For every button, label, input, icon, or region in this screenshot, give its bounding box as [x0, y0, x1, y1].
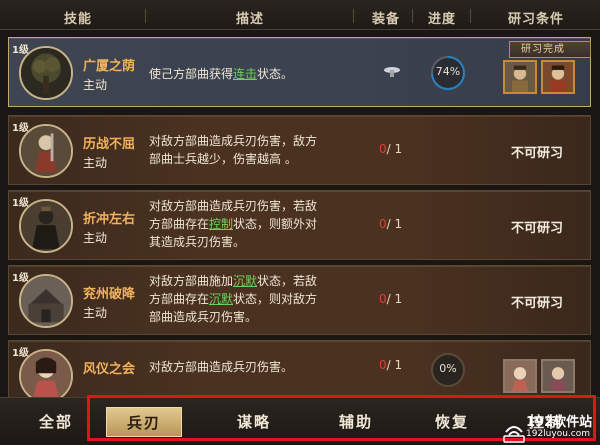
skill-type: 主动 [83, 156, 108, 170]
equip-count: 0/ 1 [379, 358, 403, 372]
skill-row-3[interactable]: 1级 折冲左右 主动 对敌方部曲造成兵刃伤害，若敌 方部曲存在控制状态，则额外对… [8, 190, 591, 260]
equip-slot-icon [384, 67, 400, 77]
skill-portrait-tree-icon [19, 46, 73, 100]
equip-count: 0/ 1 [379, 217, 403, 231]
progress-ring: 0% [429, 351, 467, 389]
general-avatar-icon[interactable] [541, 60, 575, 94]
col-progress: 进度 [428, 12, 457, 27]
skill-name: 历战不屈 [83, 137, 136, 152]
skill-row-5[interactable]: 1级 风仪之会 对敌方部曲造成兵刃伤害。 0/ 1 0% [8, 340, 591, 403]
tab-all[interactable]: 全部 [18, 407, 94, 437]
general-avatar-icon[interactable] [541, 359, 575, 393]
equip-count: 0/ 1 [379, 292, 403, 306]
progress-ring: 74% [429, 54, 467, 92]
skill-row-1[interactable]: 1级 广厦之荫 主动 使己方部曲获得连击状态。 74% 研习完成 [8, 37, 591, 107]
skill-description: 对敌方部曲造成兵刃伤害，若敌 方部曲存在控制状态，则额外对 其造成兵刃伤害。 [149, 199, 318, 249]
col-skill: 技能 [64, 12, 93, 27]
skill-type: 主动 [83, 231, 108, 245]
skill-description: 对敌方部曲造成兵刃伤害，敌方 部曲士兵越少，伤害越高 。 [149, 134, 318, 166]
skill-name: 兖州破降 [83, 287, 136, 302]
skill-row-4[interactable]: 1级 兖州破降 主动 对敌方部曲施加沉默状态，若敌 方部曲存在沉默状态，则对敌方… [8, 265, 591, 335]
skill-name: 风仪之会 [83, 362, 136, 377]
keyword-link[interactable]: 沉默 [233, 274, 257, 288]
skill-description: 对敌方部曲造成兵刃伤害。 [149, 360, 294, 374]
keyword-link[interactable]: 连击 [233, 67, 257, 81]
skill-portrait-city-icon [19, 274, 73, 328]
study-complete-badge: 研习完成 [509, 41, 591, 58]
watermark-url: 192luyou.com [526, 429, 591, 439]
skill-type: 主动 [83, 306, 108, 320]
table-header: 技能 描述 装备 进度 研习条件 [0, 0, 600, 30]
study-status: 不可研习 [510, 296, 563, 311]
keyword-link[interactable]: 控制 [209, 217, 233, 231]
col-requirement: 研习条件 [508, 12, 565, 27]
equip-count: 0/ 1 [379, 142, 403, 156]
skill-row-2[interactable]: 1级 历战不屈 主动 对敌方部曲造成兵刃伤害，敌方 部曲士兵越少，伤害越高 。 … [8, 115, 591, 185]
skill-description: 使己方部曲获得连击状态。 [149, 67, 294, 81]
progress-value: 0% [439, 362, 457, 375]
study-status: 不可研习 [510, 221, 563, 236]
keyword-link[interactable]: 沉默 [209, 292, 233, 306]
skill-name: 折冲左右 [83, 212, 136, 227]
skill-portrait-lady-icon [19, 349, 73, 403]
col-description: 描述 [236, 12, 265, 27]
skill-name: 广厦之荫 [83, 59, 136, 74]
general-avatar-icon[interactable] [503, 359, 537, 393]
study-status: 不可研习 [510, 146, 563, 161]
skill-type: 主动 [83, 78, 108, 92]
watermark-title: 192软件站 [526, 415, 593, 430]
general-avatar-icon[interactable] [503, 60, 537, 94]
skill-portrait-warrior-icon [19, 124, 73, 178]
progress-value: 74% [435, 65, 461, 78]
skill-portrait-armored-icon [19, 199, 73, 253]
skill-description: 对敌方部曲施加沉默状态，若敌 方部曲存在沉默状态，则对敌方 部曲造成兵刃伤害。 [149, 274, 318, 324]
col-equip: 装备 [372, 12, 401, 27]
